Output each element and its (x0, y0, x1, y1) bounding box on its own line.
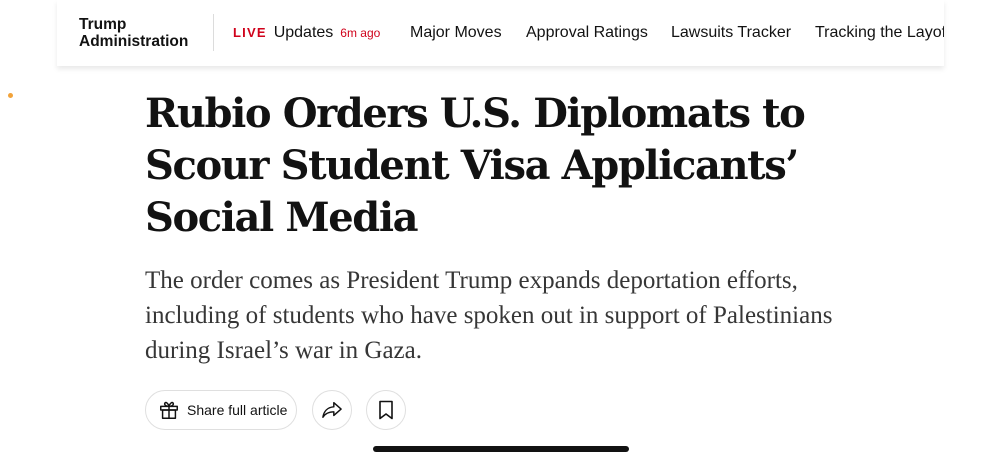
live-timestamp: 6m ago (340, 26, 381, 40)
section-title-line2: Administration (79, 33, 189, 50)
share-full-article-button[interactable]: Share full article (145, 390, 297, 430)
home-indicator-bar[interactable] (373, 446, 629, 452)
indicator-dot (8, 93, 13, 98)
section-title-link[interactable]: Trump Administration (79, 16, 188, 50)
live-updates-label: Updates (273, 24, 334, 41)
nav-divider (213, 14, 214, 51)
article-page: Trump Administration LIVE Updates 6m ago… (0, 0, 1000, 462)
share-button[interactable] (312, 390, 352, 430)
gift-icon (158, 399, 180, 421)
nav-link-tracking-layoffs[interactable]: Tracking the Layoffs (815, 24, 944, 42)
article-headline: Rubio Orders U.S. Diplomats to Scour Stu… (145, 90, 806, 241)
nav-link-lawsuits-tracker[interactable]: Lawsuits Tracker (671, 24, 791, 42)
share-button-label: Share full article (187, 402, 288, 418)
save-bookmark-button[interactable] (366, 390, 406, 430)
bookmark-icon (378, 400, 394, 420)
section-title-line1: Trump (79, 16, 127, 33)
share-arrow-icon (321, 400, 343, 420)
live-badge: LIVE (233, 25, 267, 40)
section-nav-bar: Trump Administration LIVE Updates 6m ago… (57, 0, 944, 66)
nav-link-approval-ratings[interactable]: Approval Ratings (526, 24, 648, 42)
nav-link-major-moves[interactable]: Major Moves (410, 24, 502, 42)
article-summary: The order comes as President Trump expan… (145, 267, 833, 364)
nav-live-updates[interactable]: LIVE Updates 6m ago (233, 24, 380, 42)
